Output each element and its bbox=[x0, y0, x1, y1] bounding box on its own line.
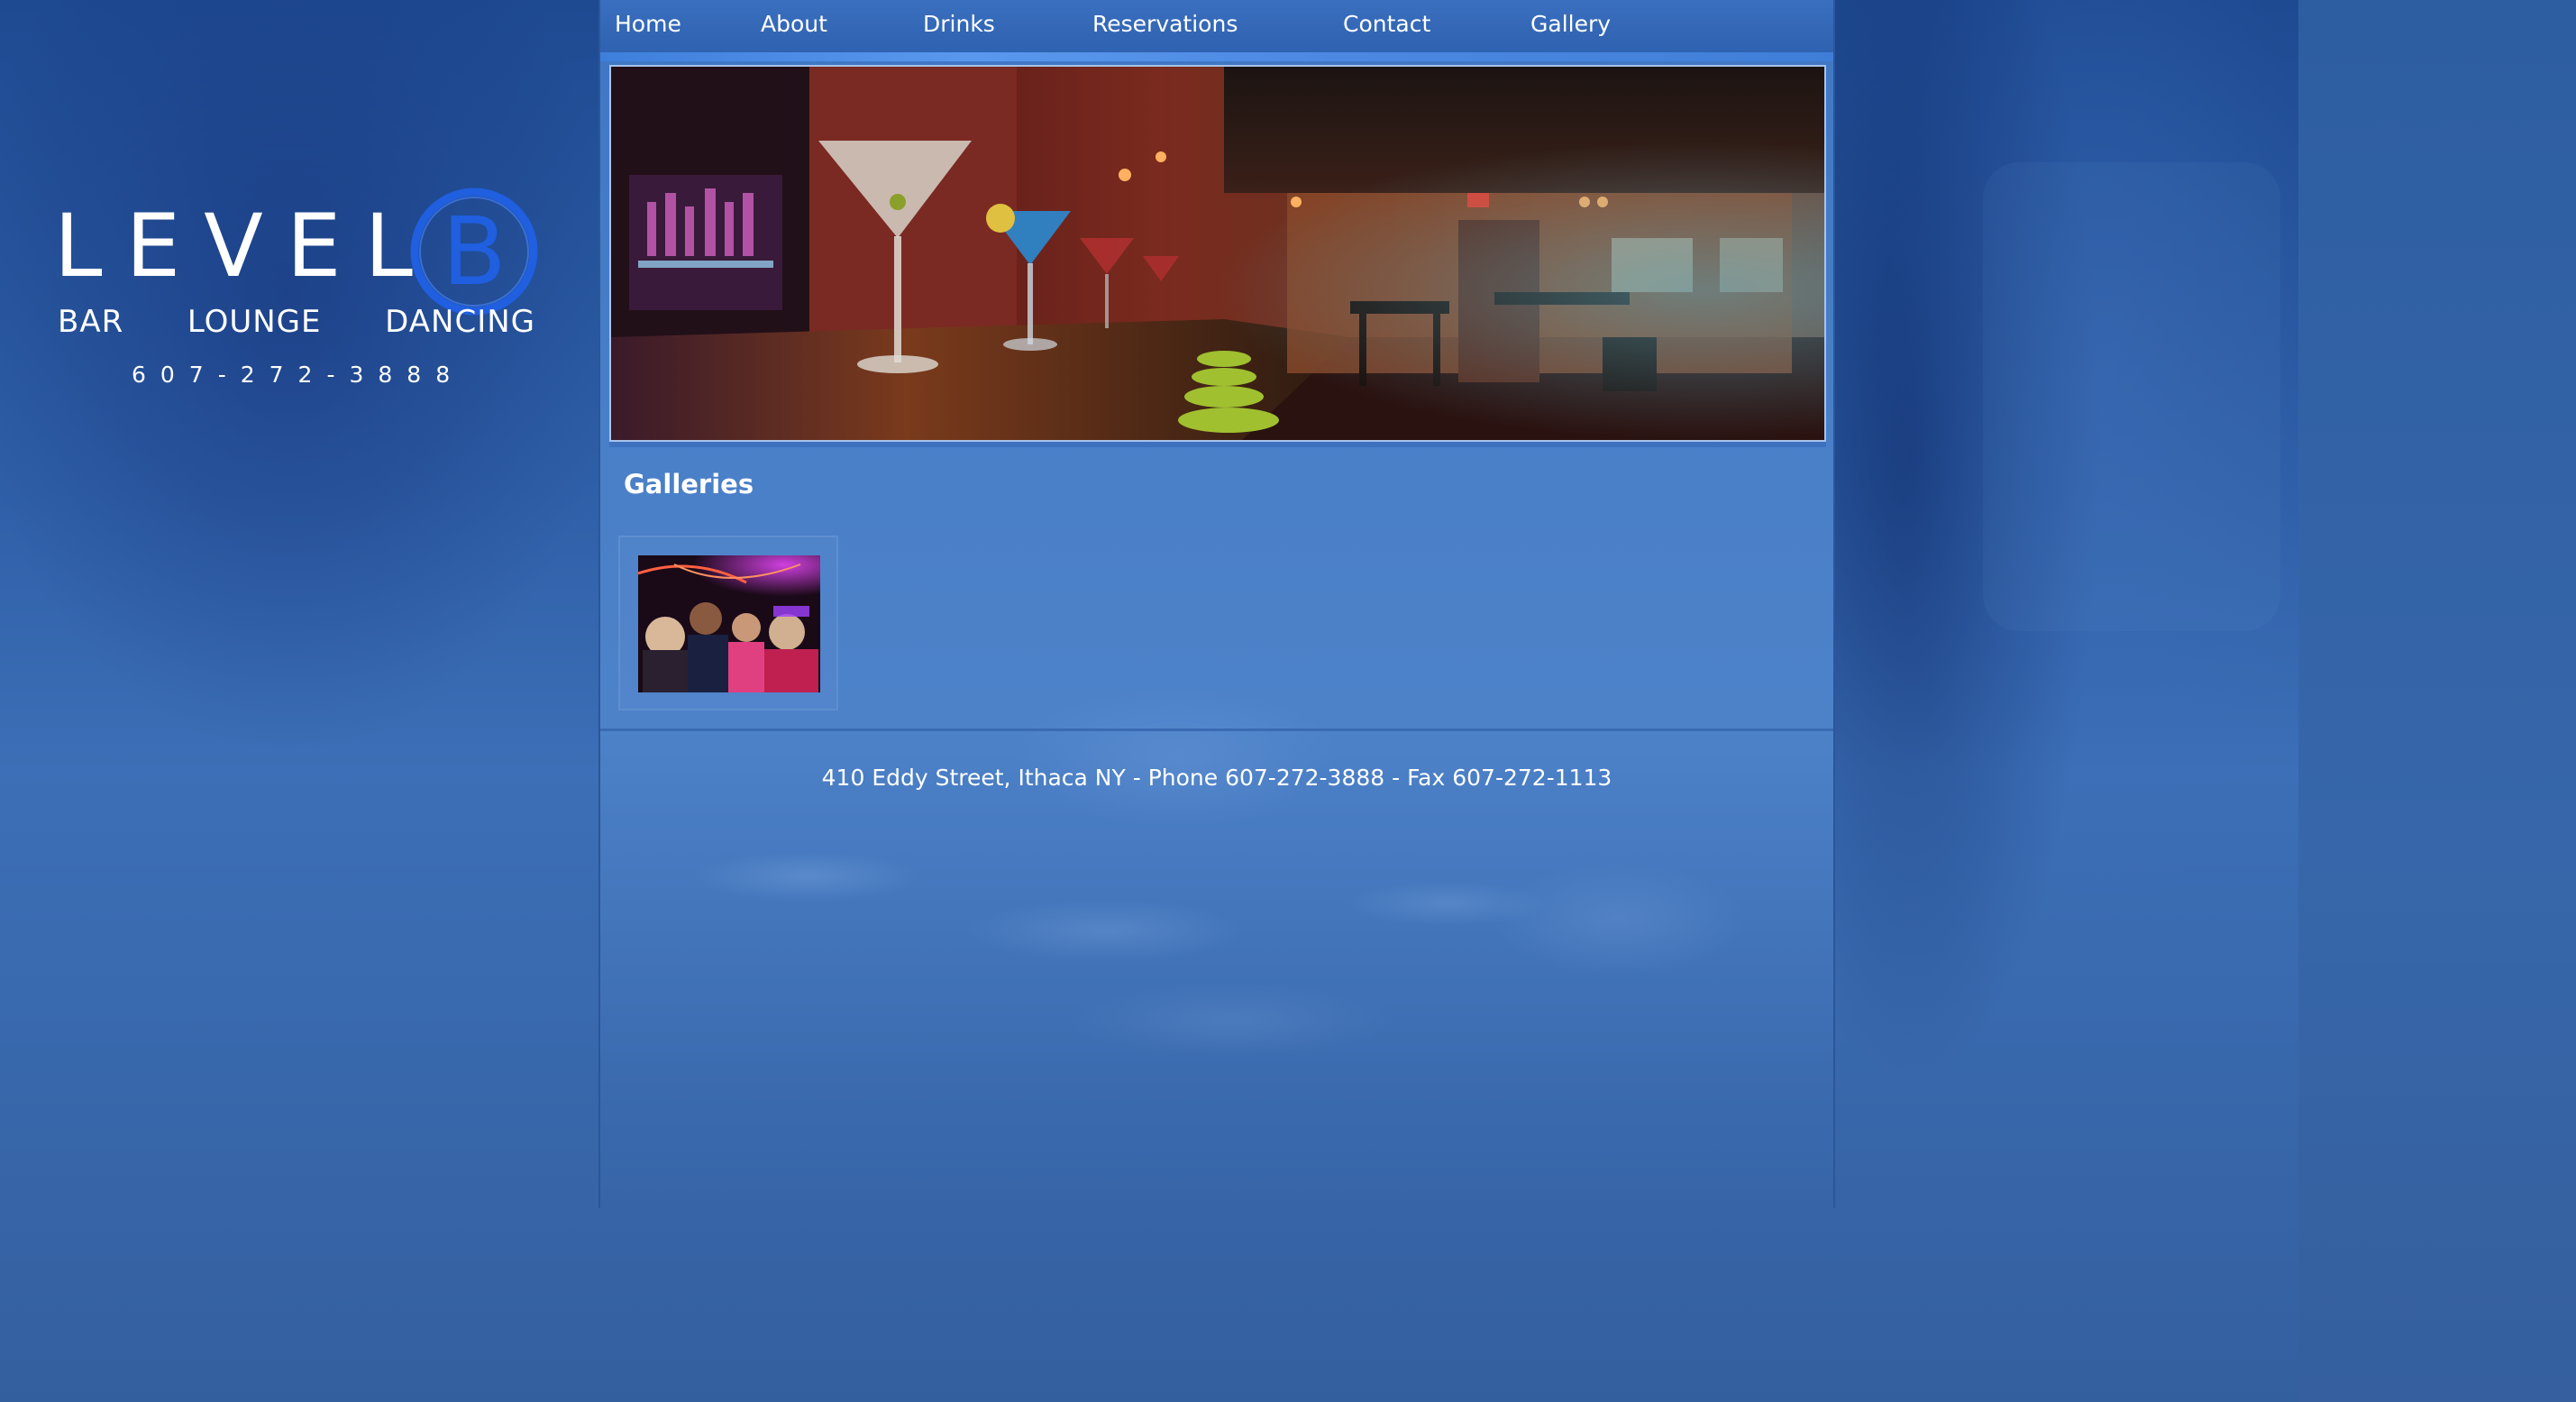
tagline-lounge: LOUNGE bbox=[187, 304, 322, 340]
nav-reservations[interactable]: Reservations bbox=[1092, 11, 1238, 37]
background-decoration bbox=[1983, 162, 2280, 631]
tagline-dancing: DANCING bbox=[385, 304, 535, 340]
nav-contact[interactable]: Contact bbox=[1343, 11, 1430, 37]
main-container: Home About Drinks Reservations Contact G… bbox=[598, 0, 1835, 1208]
party-crowd-photo-icon[interactable] bbox=[638, 555, 820, 692]
hero-bar-image bbox=[609, 65, 1826, 442]
background-right-strip bbox=[2298, 0, 2576, 1402]
gallery-thumbnail[interactable] bbox=[618, 536, 838, 710]
page-title: Galleries bbox=[624, 469, 754, 499]
logo-wordmark: LEVEL bbox=[54, 196, 436, 297]
top-nav: Home About Drinks Reservations Contact G… bbox=[600, 0, 1833, 52]
level-b-logo[interactable]: LEVEL B BAR LOUNGE DANCING 607-272-3888 bbox=[54, 185, 541, 392]
nav-drinks[interactable]: Drinks bbox=[923, 11, 995, 37]
nav-underline bbox=[600, 52, 1833, 61]
logo-b-letter: B bbox=[442, 197, 506, 307]
logo-b-circle-icon: B bbox=[407, 185, 541, 318]
nav-gallery[interactable]: Gallery bbox=[1530, 11, 1611, 37]
logo-tagline: BAR LOUNGE DANCING bbox=[58, 304, 535, 340]
footer-address: 410 Eddy Street, Ithaca NY - Phone 607-2… bbox=[821, 765, 1612, 791]
logo-phone: 607-272-3888 bbox=[132, 362, 465, 388]
hero-bottom-bar bbox=[609, 442, 1826, 447]
tagline-bar: BAR bbox=[58, 304, 124, 340]
bar-interior-photo-icon bbox=[611, 67, 1824, 440]
footer-divider bbox=[600, 728, 1833, 731]
nav-about[interactable]: About bbox=[761, 11, 827, 37]
nav-home[interactable]: Home bbox=[615, 11, 681, 37]
background-floor-shade bbox=[600, 732, 1833, 1201]
